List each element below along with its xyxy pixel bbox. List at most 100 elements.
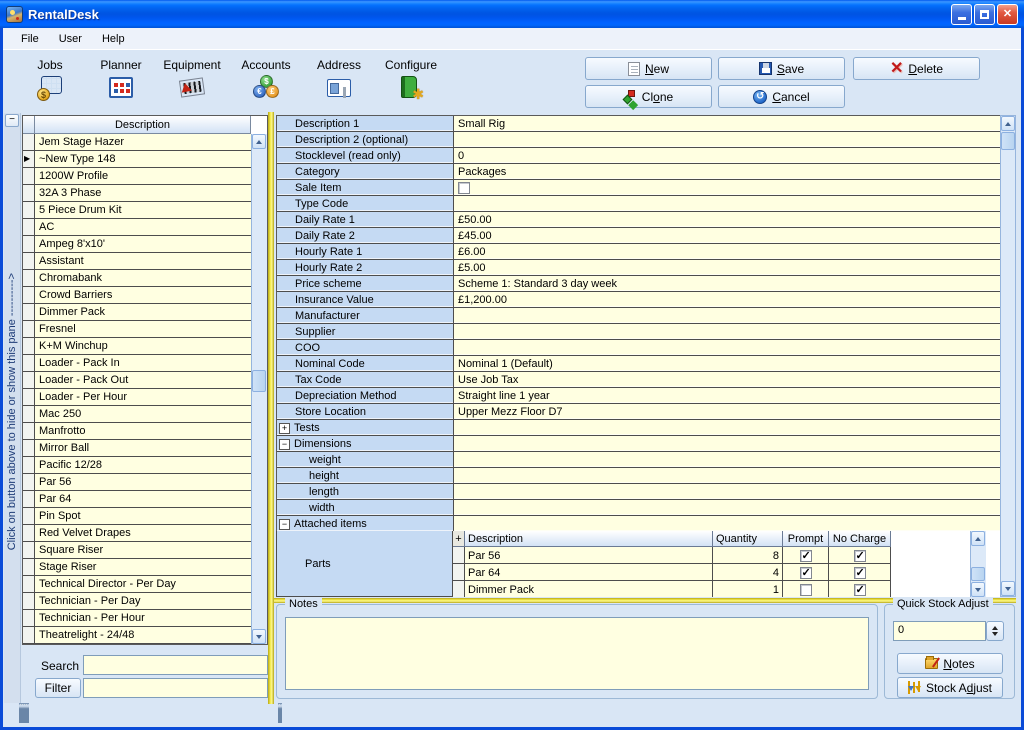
list-item[interactable]: Stage Riser [23, 559, 267, 576]
tab-main-details[interactable]: Main Details [280, 703, 282, 723]
form-row-value[interactable]: £1,200.00 [454, 292, 1000, 308]
parts-col-prompt[interactable]: Prompt [783, 531, 829, 547]
list-item[interactable]: Par 64 [23, 491, 267, 508]
list-item[interactable]: Ampeg 8'x10' [23, 236, 267, 253]
form-row-value[interactable]: £50.00 [454, 212, 1000, 228]
list-item[interactable]: Chromabank [23, 270, 267, 287]
scroll-thumb[interactable] [1001, 132, 1015, 150]
list-item[interactable]: Technician - Per Hour [23, 610, 267, 627]
list-item[interactable]: Mac 250 [23, 406, 267, 423]
parts-row[interactable]: Dimmer Pack1 [453, 581, 1000, 597]
title-bar[interactable]: RentalDesk ✕ [0, 0, 1024, 28]
toolbar-jobs[interactable]: Jobs $ [15, 58, 85, 101]
list-item[interactable]: Loader - Pack Out [23, 372, 267, 389]
cancel-button[interactable]: ↺Cancel [718, 85, 845, 108]
scroll-thumb[interactable] [252, 370, 266, 392]
form-row-value[interactable] [454, 500, 1000, 516]
list-item[interactable]: Crowd Barriers [23, 287, 267, 304]
parts-col-quantity[interactable]: Quantity [713, 531, 783, 547]
scroll-down-button[interactable] [252, 629, 266, 644]
toolbar-equipment[interactable]: Equipment [157, 58, 227, 101]
parts-col-nocharge[interactable]: No Charge [829, 531, 891, 547]
form-scrollbar[interactable] [1000, 115, 1016, 597]
form-row-value[interactable]: 0 [454, 148, 1000, 164]
form-row-value[interactable]: Upper Mezz Floor D7 [454, 404, 1000, 420]
menu-file[interactable]: File [12, 30, 48, 48]
form-row-value[interactable] [454, 420, 1000, 436]
list-item[interactable]: Mirror Ball [23, 440, 267, 457]
form-row-value[interactable] [454, 340, 1000, 356]
form-row-value[interactable] [454, 196, 1000, 212]
form-row-value[interactable] [454, 484, 1000, 500]
no-charge-checkbox[interactable] [854, 584, 866, 596]
sale-item-checkbox[interactable] [458, 182, 470, 194]
list-item[interactable]: Manfrotto [23, 423, 267, 440]
form-row-value[interactable] [454, 180, 1000, 196]
list-item[interactable]: AC [23, 219, 267, 236]
scroll-down-button[interactable] [1001, 581, 1015, 596]
list-item[interactable]: Loader - Per Hour [23, 389, 267, 406]
list-item[interactable]: Par 56 [23, 474, 267, 491]
form-row-value[interactable]: Nominal 1 (Default) [454, 356, 1000, 372]
new-button[interactable]: New [585, 57, 712, 80]
form-row-value[interactable] [454, 308, 1000, 324]
form-row-value[interactable] [454, 516, 1000, 532]
collapse-icon[interactable]: − [279, 519, 290, 530]
collapse-icon[interactable]: − [279, 439, 290, 450]
maximize-button[interactable] [974, 4, 995, 25]
stock-adjust-spinner[interactable] [986, 621, 1004, 641]
scroll-thumb[interactable] [971, 567, 985, 581]
prompt-checkbox[interactable] [800, 550, 812, 562]
no-charge-checkbox[interactable] [854, 550, 866, 562]
form-row-value[interactable]: Packages [454, 164, 1000, 180]
toolbar-planner[interactable]: Planner [86, 58, 156, 101]
list-item[interactable]: Technical Director - Per Day [23, 576, 267, 593]
list-item[interactable]: Theatrelight - 24/48 [23, 627, 267, 644]
parts-col-description[interactable]: Description [465, 531, 713, 547]
minimize-button[interactable] [951, 4, 972, 25]
menu-user[interactable]: User [50, 30, 91, 48]
form-row-value[interactable] [454, 324, 1000, 340]
form-row-value[interactable] [454, 436, 1000, 452]
save-button[interactable]: Save [718, 57, 845, 80]
scroll-up-button[interactable] [971, 531, 985, 546]
list-item[interactable]: Pin Spot [23, 508, 267, 525]
scroll-up-button[interactable] [252, 134, 266, 149]
delete-button[interactable]: ✕Delete [853, 57, 980, 80]
form-row-value[interactable]: £5.00 [454, 260, 1000, 276]
stock-adjust-button[interactable]: Stock Adjust [897, 677, 1003, 698]
filter-button[interactable]: Filter [35, 678, 81, 698]
menu-help[interactable]: Help [93, 30, 134, 48]
tab-type[interactable]: Type [27, 703, 29, 723]
list-item[interactable]: Jem Stage Hazer [23, 134, 267, 151]
notes-button[interactable]: Notes [897, 653, 1003, 674]
parts-scrollbar[interactable] [970, 531, 986, 597]
filter-combobox[interactable] [83, 678, 268, 698]
vertical-splitter[interactable] [268, 112, 274, 704]
scroll-down-button[interactable] [971, 582, 985, 597]
tab-cats[interactable]: Cats [23, 703, 25, 723]
parts-row[interactable]: Par 644 [453, 564, 1000, 581]
list-item[interactable]: ▶~New Type 148 [23, 151, 267, 168]
list-item[interactable]: 32A 3 Phase [23, 185, 267, 202]
list-item[interactable]: Technician - Per Day [23, 593, 267, 610]
list-header-description[interactable]: Description [35, 116, 251, 134]
form-row-value[interactable]: Scheme 1: Standard 3 day week [454, 276, 1000, 292]
scroll-up-button[interactable] [1001, 116, 1015, 131]
form-row-value[interactable]: £45.00 [454, 228, 1000, 244]
list-item[interactable]: Fresnel [23, 321, 267, 338]
form-row-value[interactable]: £6.00 [454, 244, 1000, 260]
notes-textarea[interactable] [285, 617, 869, 690]
list-item[interactable]: 1200W Profile [23, 168, 267, 185]
prompt-checkbox[interactable] [800, 567, 812, 579]
form-row-value[interactable]: Straight line 1 year [454, 388, 1000, 404]
list-item[interactable]: Assistant [23, 253, 267, 270]
form-row-value[interactable] [454, 452, 1000, 468]
add-part-button[interactable]: + [453, 531, 465, 547]
list-item[interactable]: K+M Winchup [23, 338, 267, 355]
expand-icon[interactable]: + [279, 423, 290, 434]
list-item[interactable]: Pacific 12/28 [23, 457, 267, 474]
toolbar-accounts[interactable]: Accounts $ € £ [231, 58, 301, 101]
stock-adjust-input[interactable]: 0 [893, 621, 986, 641]
form-row-value[interactable]: Small Rig [454, 116, 1000, 132]
